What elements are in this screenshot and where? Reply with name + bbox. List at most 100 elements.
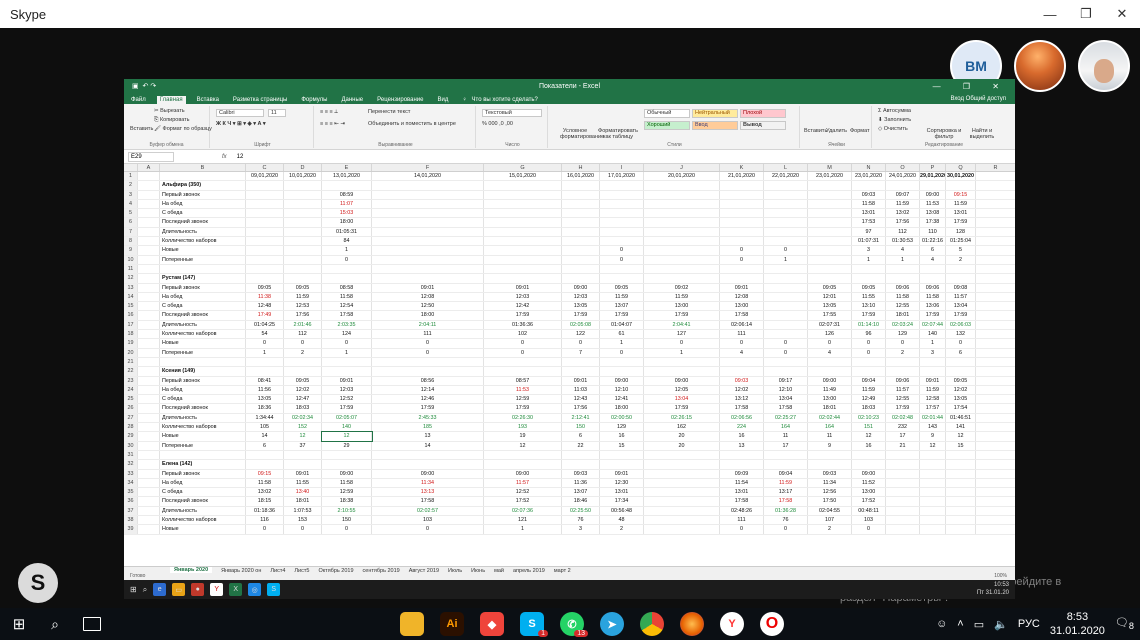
cell[interactable] — [138, 264, 160, 274]
cell[interactable] — [946, 357, 976, 367]
cell[interactable]: 102 — [484, 330, 562, 339]
cell[interactable] — [764, 274, 808, 283]
cell[interactable]: 2:12:41 — [562, 413, 600, 423]
cell[interactable]: 12 — [852, 432, 886, 441]
cell[interactable] — [720, 199, 764, 209]
cell[interactable]: 12:52 — [322, 395, 372, 404]
cell[interactable] — [562, 227, 600, 237]
copy-button[interactable]: ⎘ Копировать — [154, 117, 190, 124]
cell[interactable]: Альфира (350) — [160, 181, 246, 190]
cell[interactable] — [562, 218, 600, 227]
tab-home[interactable]: Главная — [156, 96, 186, 104]
cell[interactable] — [852, 450, 886, 460]
cell[interactable]: 13:08 — [920, 209, 946, 218]
avatar[interactable] — [1014, 40, 1066, 92]
cell[interactable] — [600, 227, 644, 237]
cell[interactable] — [600, 181, 644, 190]
cell[interactable] — [946, 497, 976, 506]
find-select-button[interactable]: Найти и выделить — [964, 128, 1000, 140]
cell[interactable] — [886, 515, 920, 525]
cell[interactable]: 103 — [852, 515, 886, 525]
cell[interactable]: 16,01,2020 — [562, 172, 600, 181]
clear-button[interactable]: ◇ Очистить — [878, 126, 908, 132]
cell[interactable] — [372, 367, 484, 376]
cell[interactable] — [920, 460, 946, 469]
cell[interactable]: 224 — [720, 423, 764, 432]
sort-filter-button[interactable]: Сортировка и фильтр — [926, 128, 962, 140]
cell[interactable]: 11:38 — [246, 292, 284, 302]
cell[interactable]: 0 — [484, 348, 562, 357]
row-header[interactable]: 2 — [124, 181, 138, 190]
cell[interactable] — [946, 181, 976, 190]
cell[interactable]: 09:05 — [852, 283, 886, 292]
cell[interactable]: Последний звонок — [160, 311, 246, 320]
column-header[interactable]: P — [920, 164, 946, 171]
cell[interactable]: 09:01 — [720, 283, 764, 292]
cell[interactable] — [160, 450, 246, 460]
cell[interactable]: Потеренные — [160, 255, 246, 264]
cell[interactable] — [322, 181, 372, 190]
formula-input[interactable]: 12 — [237, 154, 244, 160]
style-good[interactable]: Хороший — [644, 121, 690, 130]
cell[interactable]: 12 — [321, 431, 373, 442]
cell[interactable]: 37 — [284, 441, 322, 450]
cell[interactable]: 11:53 — [920, 199, 946, 209]
cell[interactable]: 12:10 — [600, 385, 644, 395]
cell[interactable] — [976, 451, 1015, 459]
cell[interactable]: 129 — [600, 423, 644, 432]
search-icon[interactable]: ⌕ — [38, 608, 72, 640]
cell[interactable]: 13:05 — [808, 302, 852, 311]
cell[interactable] — [138, 432, 160, 441]
cell[interactable] — [976, 256, 1015, 264]
cell[interactable] — [764, 190, 808, 199]
cell[interactable]: 2:03:35 — [322, 320, 372, 330]
cell[interactable]: 17:57 — [920, 404, 946, 413]
cell[interactable] — [372, 255, 484, 264]
cell[interactable] — [920, 469, 946, 478]
cell[interactable]: 18:00 — [600, 404, 644, 413]
cell[interactable] — [644, 199, 720, 209]
cell[interactable] — [372, 357, 484, 367]
cell[interactable]: 9 — [920, 432, 946, 441]
avatar[interactable] — [1078, 40, 1130, 92]
cell[interactable] — [976, 339, 1015, 347]
cell[interactable] — [284, 181, 322, 190]
row-header[interactable]: 34 — [124, 478, 138, 488]
cell[interactable]: 76 — [764, 515, 808, 525]
cell[interactable]: 11:59 — [644, 292, 720, 302]
cell[interactable]: 09:17 — [764, 376, 808, 385]
cell[interactable] — [764, 264, 808, 274]
cell[interactable] — [920, 264, 946, 274]
cell[interactable] — [246, 218, 284, 227]
cell[interactable] — [284, 237, 322, 246]
cell[interactable]: 21 — [886, 441, 920, 450]
cell[interactable]: 17:59 — [372, 404, 484, 413]
cell[interactable]: 129 — [886, 330, 920, 339]
cell[interactable] — [886, 274, 920, 283]
cell[interactable]: 76 — [562, 515, 600, 525]
cell[interactable] — [644, 506, 720, 515]
tab-page-layout[interactable]: Разметка страницы — [230, 96, 290, 104]
cell[interactable] — [764, 237, 808, 246]
cell[interactable]: 01:25:04 — [946, 237, 976, 246]
cell[interactable]: 11:52 — [852, 478, 886, 488]
cell[interactable]: 12 — [284, 432, 322, 441]
cell[interactable]: 9 — [808, 441, 852, 450]
cell[interactable] — [764, 209, 808, 218]
cell[interactable]: 09:04 — [852, 376, 886, 385]
cell[interactable]: 21,01,2020 — [720, 172, 764, 181]
cell[interactable] — [764, 181, 808, 190]
cell[interactable] — [600, 460, 644, 469]
cell[interactable]: 12:10 — [764, 385, 808, 395]
cell[interactable]: 02:06:03 — [946, 320, 976, 330]
cell[interactable]: 164 — [808, 423, 852, 432]
cell[interactable]: 11:58 — [246, 478, 284, 488]
cell[interactable] — [644, 450, 720, 460]
tab-view[interactable]: Вид — [435, 96, 452, 104]
paste-button[interactable]: Вставить — [130, 126, 153, 132]
column-header[interactable]: I — [600, 164, 644, 171]
row-header[interactable]: 37 — [124, 506, 138, 515]
cell[interactable] — [976, 172, 1015, 180]
style-neutral[interactable]: Нейтральный — [692, 109, 738, 118]
cell[interactable] — [920, 357, 946, 367]
